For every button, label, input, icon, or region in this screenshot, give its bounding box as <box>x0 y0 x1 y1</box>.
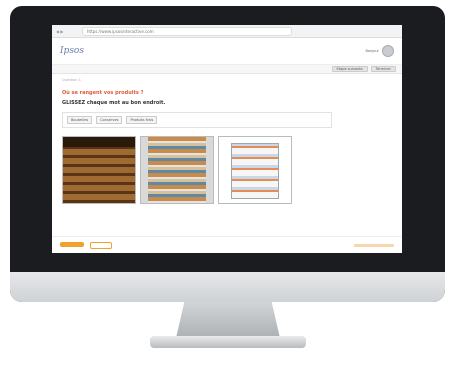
main-content: Question 1 Où se rangent vos produits ? … <box>52 74 402 208</box>
progress-bar <box>354 243 394 247</box>
browser-toolbar: ◀ ▶ https://www.ipsosinteractive.com <box>52 25 402 38</box>
previous-button[interactable] <box>60 241 84 247</box>
url-bar[interactable]: https://www.ipsosinteractive.com <box>82 26 292 36</box>
draggable-word[interactable]: Bouteilles <box>67 116 93 124</box>
word-bank: Bouteilles Conserves Produits frais <box>62 112 332 128</box>
drop-targets <box>62 136 392 204</box>
fridge-image[interactable] <box>218 136 292 204</box>
wine-cellar-image[interactable] <box>62 136 136 204</box>
monitor-stand <box>176 302 280 338</box>
user-name: Bonjour <box>365 49 379 53</box>
avatar[interactable] <box>382 45 394 57</box>
screen: ◀ ▶ https://www.ipsosinteractive.com Ips… <box>52 25 402 253</box>
draggable-word[interactable]: Produits frais <box>126 116 158 124</box>
monitor-base <box>150 336 306 348</box>
pantry-image[interactable] <box>140 136 214 204</box>
question-title: Où se rangent vos produits ? <box>62 90 144 96</box>
instruction-text: GLISSEZ chaque mot au bon endroit. <box>62 100 166 106</box>
subbar: Etape suivante Terminer <box>52 65 402 74</box>
tab-finish[interactable]: Terminer <box>370 66 396 72</box>
app-header: Ipsos Bonjour <box>52 38 402 65</box>
breadcrumb: Question 1 <box>62 78 81 82</box>
tab-next[interactable]: Etape suivante <box>331 66 368 72</box>
logo: Ipsos <box>60 46 84 56</box>
next-button[interactable] <box>90 241 112 249</box>
monitor-chin <box>10 272 445 302</box>
draggable-word[interactable]: Conserves <box>96 116 123 124</box>
subbar-tabs: Etape suivante Terminer <box>331 66 396 72</box>
browser-nav-icon[interactable]: ◀ ▶ <box>56 29 72 34</box>
footer <box>52 236 402 253</box>
nav-buttons <box>60 241 112 249</box>
user-menu[interactable]: Bonjour <box>365 45 394 57</box>
